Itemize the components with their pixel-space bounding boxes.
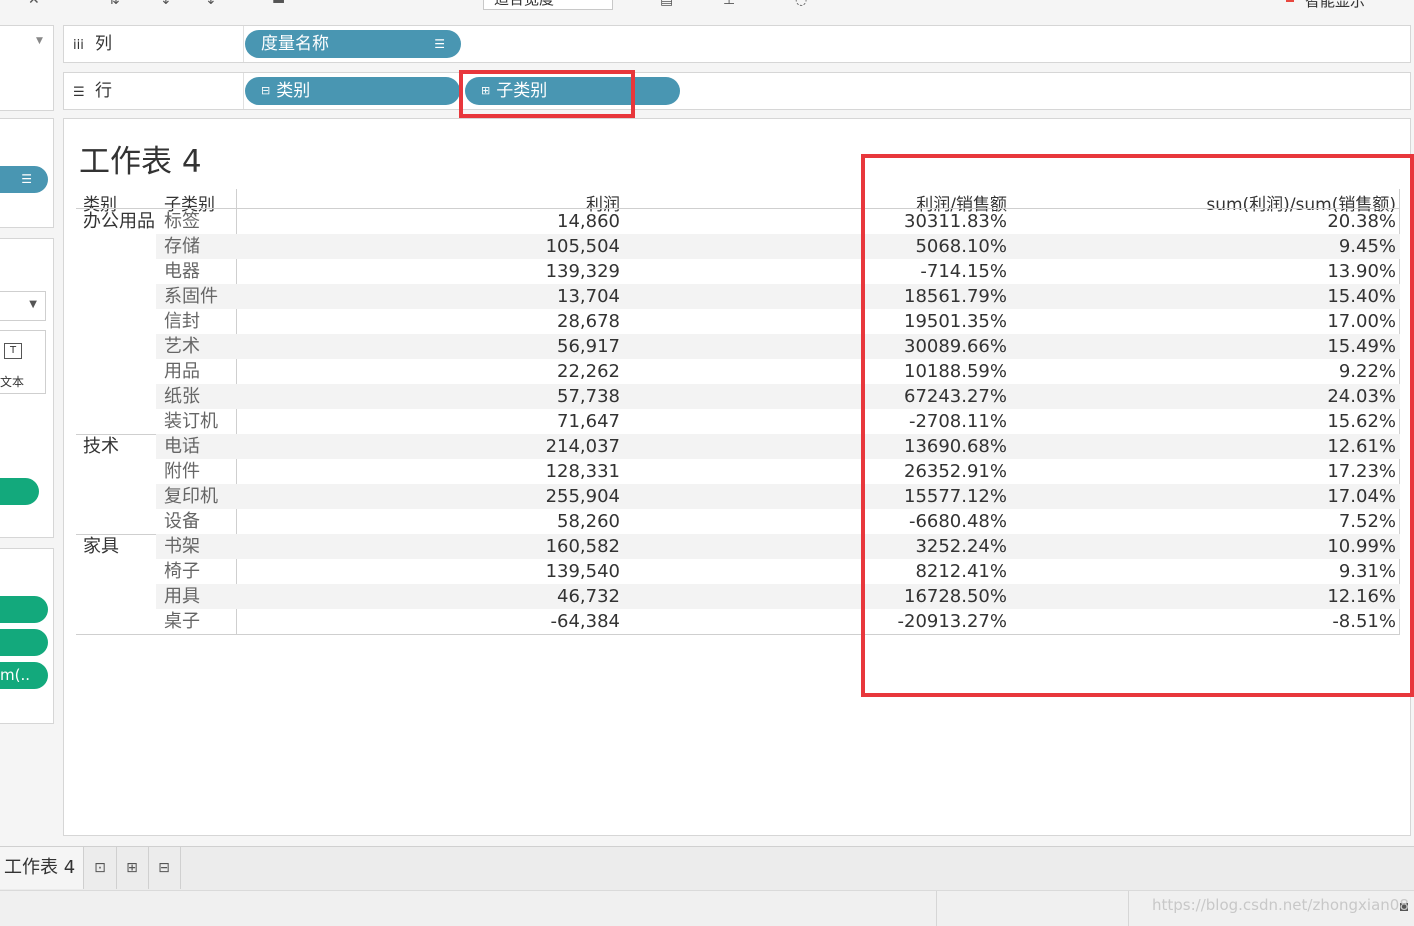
- subcategory-cell[interactable]: 书架: [164, 534, 200, 559]
- profit-cell[interactable]: 22,262: [520, 359, 620, 384]
- columns-label: 列: [95, 34, 112, 54]
- sheet-tab-bar: [0, 846, 1414, 891]
- rows-shelf-label: ☰ 行: [64, 73, 244, 109]
- sort-desc-icon[interactable]: ↕: [205, 0, 217, 8]
- subcategory-cell[interactable]: 艺术: [164, 334, 200, 359]
- profit-cell[interactable]: 105,504: [520, 234, 620, 259]
- profit-cell[interactable]: 56,917: [520, 334, 620, 359]
- subcategory-cell[interactable]: 椅子: [164, 559, 200, 584]
- subcategory-cell[interactable]: 存储: [164, 234, 200, 259]
- profit-cell[interactable]: 46,732: [520, 584, 620, 609]
- profit-cell[interactable]: 139,329: [520, 259, 620, 284]
- columns-shelf-label: iii 列: [64, 26, 244, 62]
- measure-value-pill-1[interactable]: [0, 596, 48, 623]
- subcategory-cell[interactable]: 信封: [164, 309, 200, 334]
- category-pill[interactable]: ⊟ 类别: [245, 77, 460, 105]
- profit-cell[interactable]: 58,260: [520, 509, 620, 534]
- profit-cell[interactable]: 14,860: [520, 209, 620, 234]
- subcategory-cell[interactable]: 桌子: [164, 609, 200, 634]
- collapse-icon[interactable]: ⊟: [261, 84, 270, 97]
- fit-width-select[interactable]: 适合宽度: [483, 0, 613, 10]
- columns-icon: iii: [73, 38, 84, 53]
- subcategory-cell[interactable]: 复印机: [164, 484, 218, 509]
- profit-cell[interactable]: 255,904: [520, 484, 620, 509]
- text-mark-button[interactable]: T 文本: [0, 330, 46, 394]
- smart-show-icon: [1286, 0, 1294, 2]
- highlight-box-subcategory: [459, 70, 635, 118]
- subcategory-cell[interactable]: 系固件: [164, 284, 218, 309]
- profit-cell[interactable]: 57,738: [520, 384, 620, 409]
- tooltip-icon[interactable]: ◌: [795, 0, 807, 8]
- measure-names-filter-pill[interactable]: ☰: [0, 166, 48, 193]
- subcategory-cell[interactable]: 用具: [164, 584, 200, 609]
- status-divider: [936, 891, 937, 926]
- rows-icon: ☰: [73, 85, 85, 100]
- profit-cell[interactable]: 13,704: [520, 284, 620, 309]
- new-story-icon[interactable]: ⊟: [148, 847, 181, 889]
- category-cell[interactable]: 办公用品: [83, 209, 155, 234]
- subcategory-cell[interactable]: 装订机: [164, 409, 218, 434]
- smart-show-button[interactable]: 智能显示: [1305, 0, 1365, 11]
- sort-icon: ☰: [434, 37, 445, 51]
- watermark: https://blog.csdn.net/zhongxian08: [1152, 896, 1409, 914]
- category-cell[interactable]: 家具: [83, 534, 119, 559]
- measure-names-pill[interactable]: 度量名称 ☰: [245, 30, 461, 58]
- profit-cell[interactable]: 160,582: [520, 534, 620, 559]
- pages-card: ▼: [0, 25, 54, 111]
- new-dashboard-icon[interactable]: ⊞: [116, 847, 149, 889]
- subcategory-cell[interactable]: 纸张: [164, 384, 200, 409]
- subcategory-cell[interactable]: 电话: [164, 434, 200, 459]
- category-pill-label: 类别: [276, 81, 311, 101]
- mark-type-select[interactable]: ▼: [0, 291, 46, 321]
- subcategory-cell[interactable]: 附件: [164, 459, 200, 484]
- toolbar: ✕ ⇅ ↕ ↕ ▬ ▤ ⊥ ◌: [0, 0, 1414, 14]
- measure-value-pill-3-label: m(..: [0, 666, 30, 684]
- subcategory-cell[interactable]: 标签: [164, 209, 200, 234]
- profit-cell[interactable]: -64,384: [520, 609, 620, 634]
- clear-sheet-icon[interactable]: ✕: [28, 0, 40, 8]
- rows-label: 行: [95, 81, 112, 101]
- measure-value-pill-3[interactable]: m(..: [0, 662, 48, 689]
- new-worksheet-icon[interactable]: ⊡: [84, 847, 117, 889]
- status-divider: [1128, 891, 1129, 926]
- pin-icon[interactable]: ⊥: [723, 0, 735, 8]
- category-cell[interactable]: 技术: [83, 434, 119, 459]
- subcategory-cell[interactable]: 用品: [164, 359, 200, 384]
- profit-cell[interactable]: 28,678: [520, 309, 620, 334]
- chevron-down-icon[interactable]: ▼: [36, 36, 43, 46]
- sort-asc-icon[interactable]: ↕: [160, 0, 172, 8]
- profit-cell[interactable]: 71,647: [520, 409, 620, 434]
- highlight-icon[interactable]: ▬: [272, 0, 285, 8]
- rows-shelf[interactable]: ☰ 行 ⊟ 类别 ⊞ 子类别: [63, 72, 1411, 110]
- subcategory-cell[interactable]: 电器: [164, 259, 200, 284]
- profit-cell[interactable]: 128,331: [520, 459, 620, 484]
- columns-shelf[interactable]: iii 列 度量名称 ☰: [63, 25, 1411, 63]
- measure-names-pill-label: 度量名称: [261, 34, 329, 54]
- measure-value-pill-2[interactable]: [0, 629, 48, 656]
- profit-cell[interactable]: 139,540: [520, 559, 620, 584]
- subcategory-cell[interactable]: 设备: [164, 509, 200, 534]
- show-labels-icon[interactable]: ▤: [660, 0, 673, 8]
- sort-icon: ☰: [21, 172, 32, 186]
- profit-cell[interactable]: 214,037: [520, 434, 620, 459]
- text-icon: T: [4, 343, 22, 359]
- chevron-down-icon: ▼: [29, 299, 37, 310]
- highlight-box-ratio-columns: [861, 154, 1414, 697]
- text-mark-label: 文本: [0, 375, 25, 389]
- sheet-title: 工作表 4: [79, 144, 202, 180]
- tab-worksheet-4[interactable]: 工作表 4: [0, 847, 84, 889]
- swap-icon[interactable]: ⇅: [108, 0, 120, 8]
- marks-green-pill[interactable]: [0, 478, 39, 505]
